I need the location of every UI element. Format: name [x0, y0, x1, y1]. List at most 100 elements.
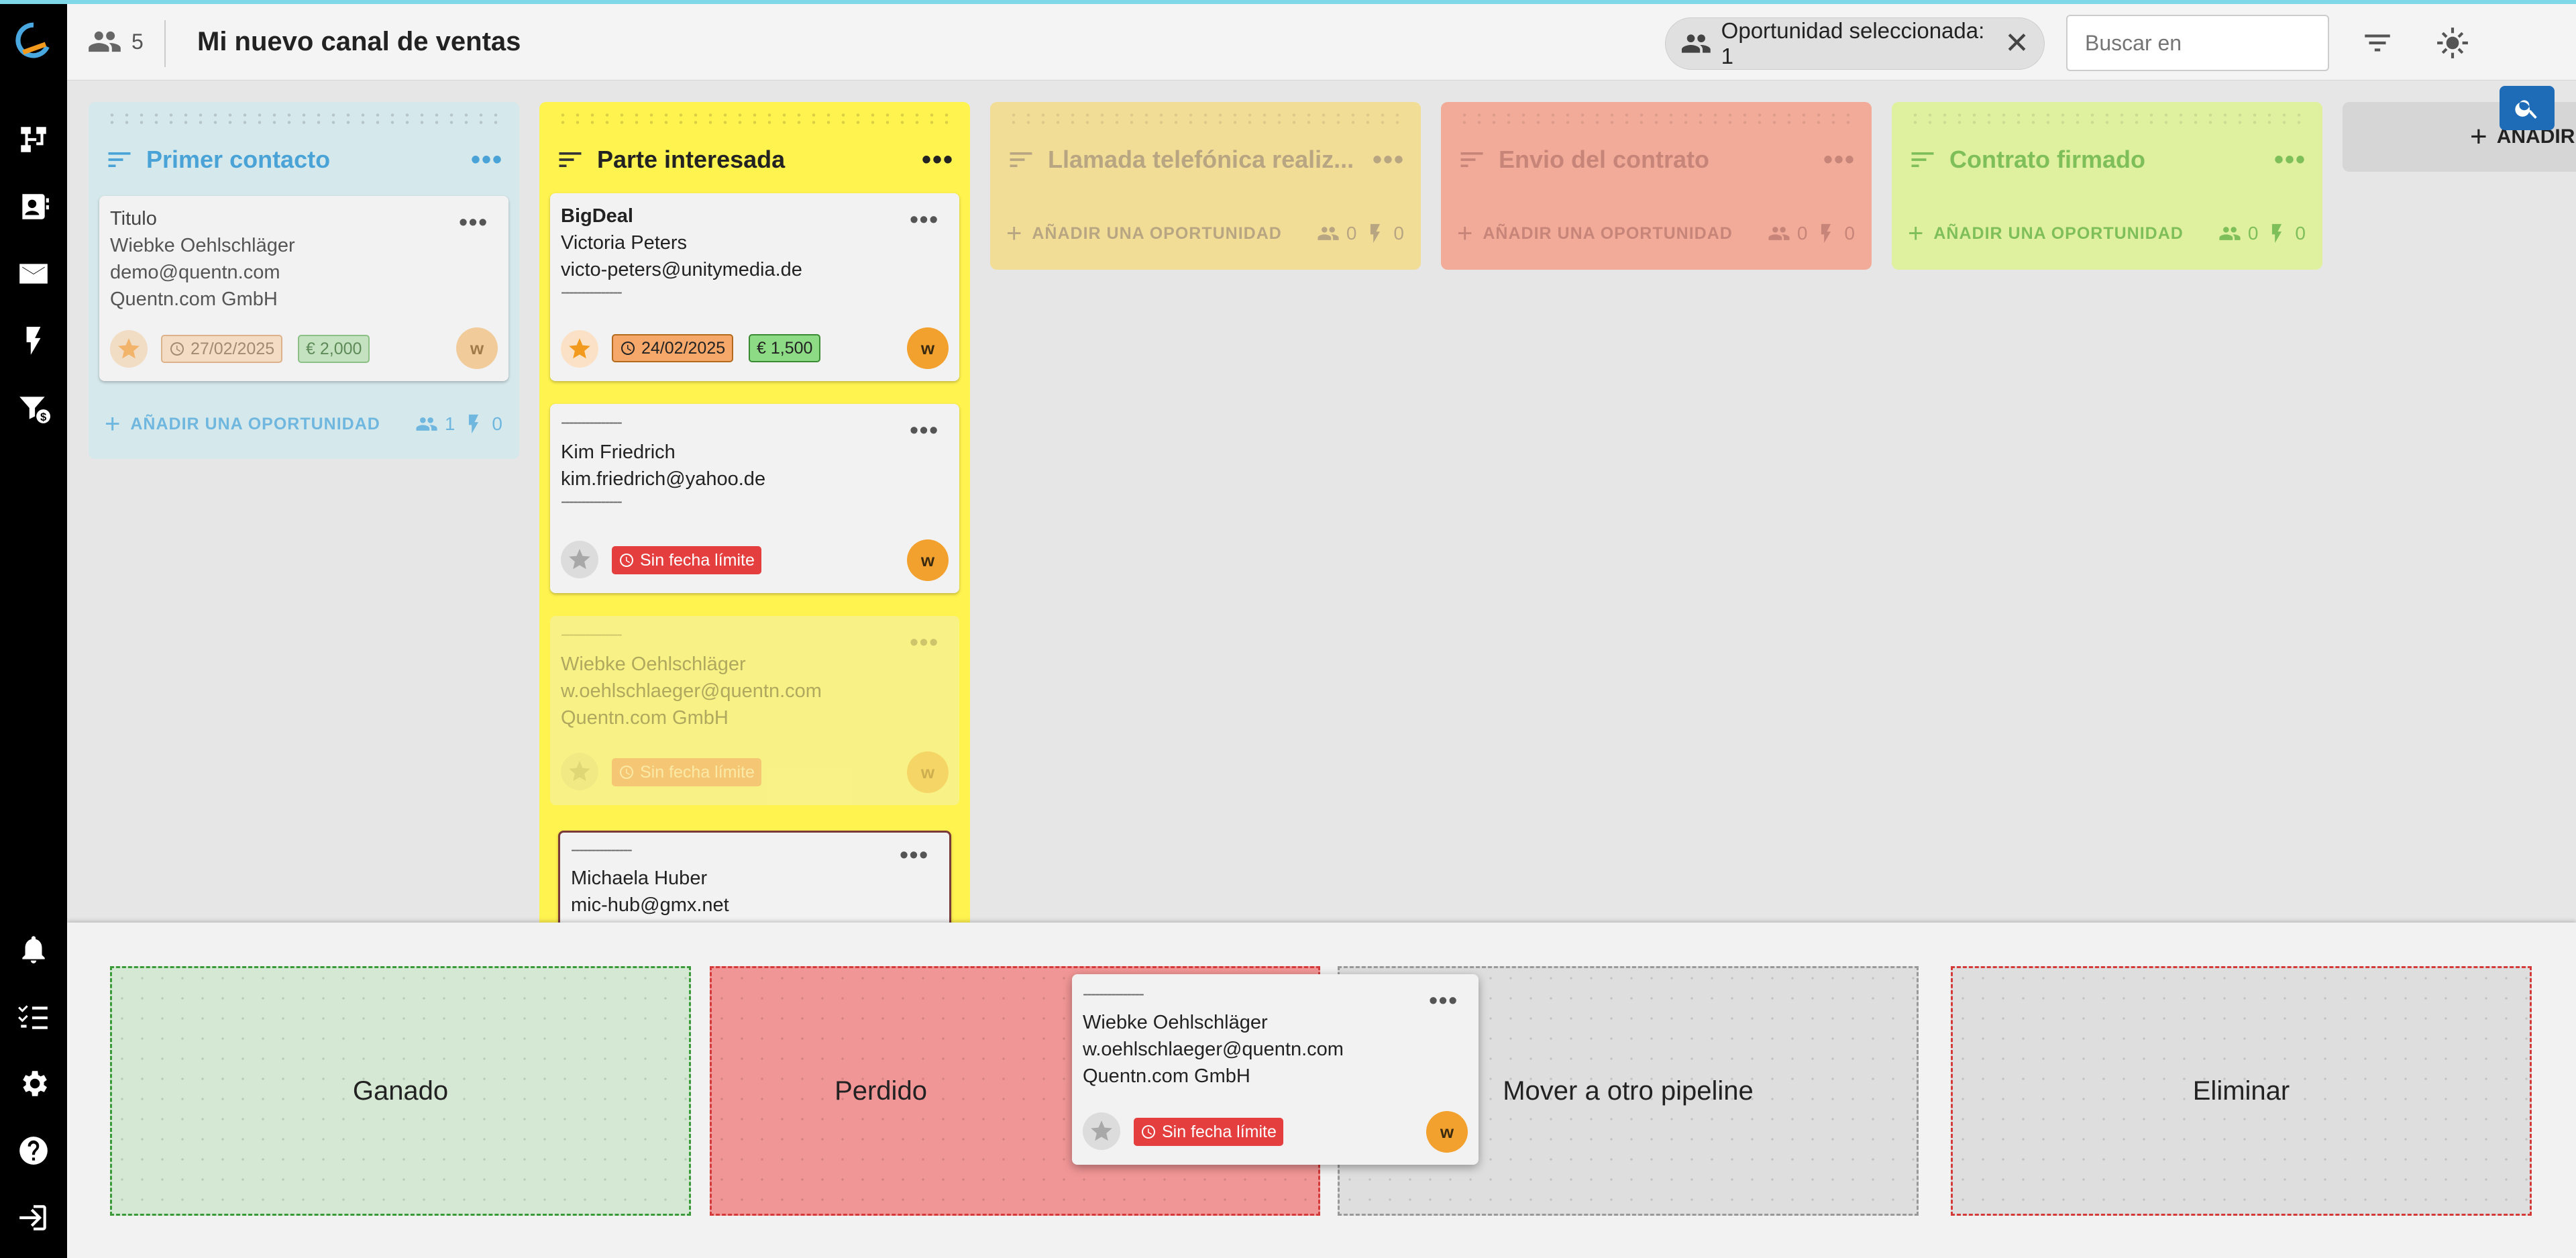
users-count[interactable]: 5	[87, 24, 144, 59]
drag-handle[interactable]	[105, 111, 503, 126]
card-line: Michaela Huber	[571, 868, 708, 889]
users-count-value: 5	[131, 29, 144, 54]
more-options-icon[interactable]: •••	[922, 145, 954, 175]
deal-card[interactable]: --------------- Kim Friedrich kim.friedr…	[550, 404, 959, 593]
contacts-icon[interactable]	[13, 187, 54, 227]
due-date-badge: 24/02/2025	[612, 334, 734, 362]
column-title[interactable]: Envio del contrato	[1499, 146, 1811, 174]
favorite-star-icon[interactable]	[561, 330, 598, 368]
favorite-star-icon[interactable]	[110, 330, 148, 368]
people-icon	[1768, 222, 1790, 245]
avatar[interactable]: w	[907, 327, 949, 369]
card-line: Titulo	[110, 208, 157, 229]
add-opportunity-button[interactable]: + AÑADIR UNA OPORTUNIDAD 0 0	[1908, 213, 2306, 254]
favorite-star-icon[interactable]	[1083, 1112, 1120, 1150]
settings-gear-icon[interactable]	[13, 1063, 54, 1104]
no-due-date-badge: Sin fecha límite	[612, 758, 761, 786]
tasks-checklist-icon[interactable]	[13, 996, 54, 1037]
more-options-icon[interactable]: •••	[1429, 986, 1458, 1014]
amount-badge: € 2,000	[298, 335, 370, 363]
people-count: 0	[1796, 223, 1809, 244]
more-options-icon[interactable]: •••	[1373, 145, 1405, 175]
search-input[interactable]	[2066, 15, 2329, 71]
bolt-icon	[1815, 222, 1837, 245]
column-title[interactable]: Contrato firmado	[1949, 146, 2262, 174]
selection-chip[interactable]: Oportunidad seleccionada: 1 ✕	[1665, 17, 2045, 70]
drop-zone-won[interactable]: Ganado	[110, 966, 691, 1216]
more-options-icon[interactable]: •••	[2274, 145, 2306, 175]
logout-icon[interactable]	[13, 1198, 54, 1238]
help-icon[interactable]	[13, 1131, 54, 1171]
drop-zone-label: Perdido	[835, 1076, 927, 1106]
people-icon	[415, 413, 438, 435]
plus-icon: +	[105, 409, 121, 439]
close-icon[interactable]: ✕	[2004, 29, 2029, 58]
pipeline-icon[interactable]	[13, 119, 54, 160]
more-options-icon[interactable]: •••	[471, 145, 503, 175]
add-opportunity-button[interactable]: + AÑADIR UNA OPORTUNIDAD 0 0	[1006, 213, 1405, 254]
drop-zone-label: Mover a otro pipeline	[1503, 1076, 1754, 1106]
stage-column-contrato-firmado: Contrato firmado ••• + AÑADIR UNA OPORTU…	[1892, 102, 2322, 270]
theme-sun-icon[interactable]	[2434, 24, 2471, 62]
avatar[interactable]: w	[456, 327, 498, 369]
deal-card-placeholder: --------------- Wiebke Oehlschläger w.oe…	[550, 616, 959, 805]
drag-handle[interactable]	[1457, 111, 1856, 126]
more-options-icon[interactable]: •••	[900, 841, 929, 869]
avatar[interactable]: w	[907, 539, 949, 581]
filter-icon[interactable]	[2359, 24, 2396, 62]
no-due-label: Sin fecha límite	[1162, 1122, 1277, 1141]
sort-lines-icon[interactable]	[555, 145, 585, 174]
column-counts: 0 0	[1768, 222, 1856, 245]
no-due-date-badge: Sin fecha límite	[612, 546, 761, 574]
stage-column-parte-interesada: Parte interesada ••• BigDeal Victoria Pe…	[539, 102, 970, 945]
bolt-icon	[2265, 222, 2288, 245]
actions-count: 0	[492, 413, 503, 434]
more-options-icon[interactable]: •••	[459, 208, 488, 236]
deal-card[interactable]: Titulo Wiebke Oehlschläger demo@quentn.c…	[99, 196, 508, 381]
card-line: w.oehlschlaeger@quentn.com	[1083, 1039, 1344, 1060]
more-options-icon[interactable]: •••	[1823, 145, 1856, 175]
column-title[interactable]: Primer contacto	[146, 146, 459, 174]
sales-funnel-icon[interactable]: $	[13, 388, 54, 428]
automation-bolt-icon[interactable]	[13, 321, 54, 361]
dragged-deal-card[interactable]: --------------- Wiebke Oehlschläger w.oe…	[1072, 974, 1479, 1165]
sort-lines-icon[interactable]	[105, 145, 134, 174]
favorite-star-icon[interactable]	[561, 541, 598, 578]
more-options-icon[interactable]: •••	[910, 205, 939, 233]
column-title[interactable]: Llamada telefónica realiz...	[1048, 146, 1360, 174]
users-icon	[87, 24, 122, 59]
column-title[interactable]: Parte interesada	[597, 146, 910, 174]
avatar[interactable]: w	[1426, 1111, 1468, 1153]
due-date-badge: 27/02/2025	[161, 335, 283, 363]
clock-icon	[619, 552, 635, 568]
add-opportunity-label: AÑADIR UNA OPORTUNIDAD	[1032, 223, 1282, 243]
app-logo-icon[interactable]	[13, 20, 54, 60]
drag-handle[interactable]	[1908, 111, 2306, 126]
favorite-star-icon	[561, 753, 598, 790]
notifications-bell-icon[interactable]	[13, 929, 54, 969]
drag-handle[interactable]	[1006, 111, 1405, 126]
drop-zone-delete[interactable]: Eliminar	[1951, 966, 2532, 1216]
sort-lines-icon[interactable]	[1908, 145, 1937, 174]
sort-lines-icon[interactable]	[1457, 145, 1487, 174]
actions-count: 0	[2295, 223, 2306, 244]
deal-card[interactable]: BigDeal Victoria Peters victo-peters@uni…	[550, 193, 959, 381]
card-line: Quentn.com GmbH	[110, 289, 278, 310]
card-line: Quentn.com GmbH	[561, 707, 729, 729]
drop-zone-label: Eliminar	[2192, 1076, 2290, 1106]
add-opportunity-button[interactable]: + AÑADIR UNA OPORTUNIDAD 0 0	[1457, 213, 1856, 254]
people-count: 1	[444, 413, 456, 434]
card-line: Victoria Peters	[561, 232, 688, 254]
floating-search-button[interactable]	[2500, 86, 2555, 130]
clock-icon	[169, 341, 185, 357]
topbar-divider	[164, 20, 166, 67]
sort-lines-icon[interactable]	[1006, 145, 1036, 174]
add-opportunity-label: AÑADIR UNA OPORTUNIDAD	[130, 414, 380, 433]
mail-icon[interactable]	[13, 254, 54, 294]
column-counts: 0 0	[1317, 222, 1405, 245]
add-opportunity-button[interactable]: + AÑADIR UNA OPORTUNIDAD 1 0	[105, 404, 503, 444]
more-options-icon[interactable]: •••	[910, 416, 939, 444]
svg-text:$: $	[40, 411, 47, 423]
drag-handle[interactable]	[555, 111, 954, 126]
no-due-label: Sin fecha límite	[640, 550, 755, 570]
